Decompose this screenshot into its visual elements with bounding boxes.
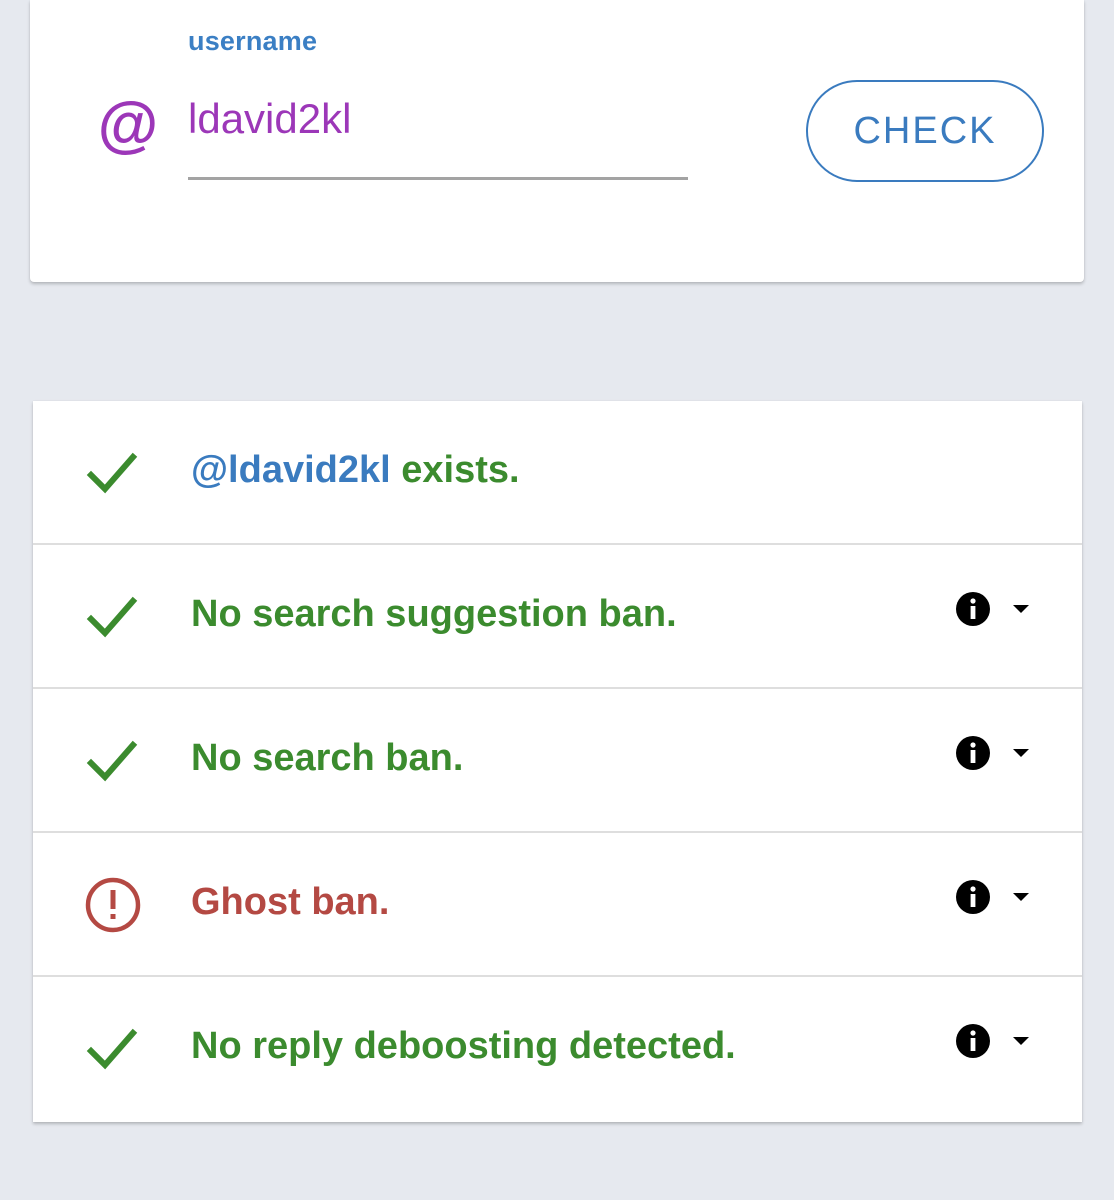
chevron-down-icon[interactable] [1009,601,1033,617]
username-handle: @ldavid2kl [191,449,391,491]
check-icon [86,740,138,782]
result-suffix: exists. [390,449,520,491]
alert-circle-icon [85,877,141,933]
results-card: @ldavid2kl exists. No search suggestion … [33,401,1082,1122]
result-text: No search suggestion ban. [191,593,677,635]
check-icon [86,1028,138,1070]
info-icon[interactable] [955,735,991,771]
username-input[interactable] [188,88,688,150]
check-icon [86,596,138,638]
at-sign-icon: @ [96,91,158,160]
username-label: username [188,26,318,56]
result-row-exists: @ldavid2kl exists. [33,401,1082,545]
result-text: Ghost ban. [191,881,390,923]
result-row-reply-deboosting: No reply deboosting detected. [33,977,1082,1121]
info-icon[interactable] [955,879,991,915]
check-icon [86,452,138,494]
chevron-down-icon[interactable] [1009,889,1033,905]
result-text: @ldavid2kl exists. [191,449,520,492]
input-underline [188,177,688,180]
check-button[interactable]: CHECK [806,80,1044,182]
info-icon[interactable] [955,1023,991,1059]
result-row-search-ban: No search ban. [33,689,1082,833]
result-text: No reply deboosting detected. [191,1025,736,1067]
chevron-down-icon[interactable] [1009,745,1033,761]
result-row-ghost-ban: Ghost ban. [33,833,1082,977]
search-card: username @ CHECK [30,0,1084,282]
info-icon[interactable] [955,591,991,627]
result-text: No search ban. [191,737,464,779]
result-row-search-suggestion: No search suggestion ban. [33,545,1082,689]
chevron-down-icon[interactable] [1009,1033,1033,1049]
